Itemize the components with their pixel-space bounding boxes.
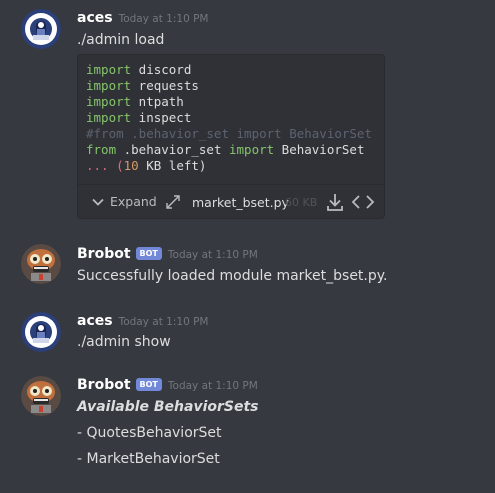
code-keyword: import xyxy=(86,62,132,77)
message-content: ./admin show xyxy=(77,334,171,350)
avatar-aces[interactable] xyxy=(21,312,61,352)
code-remaining-prefix: ... ( xyxy=(86,158,124,173)
attachment-filesize: 60 KB xyxy=(285,196,318,209)
bot-badge: BOT xyxy=(135,378,162,391)
code-text: discord xyxy=(131,62,192,77)
avatar-aces[interactable] xyxy=(21,9,61,49)
code-keyword: import xyxy=(86,110,132,125)
astronaut-avatar-icon xyxy=(21,312,61,352)
astronaut-avatar-icon xyxy=(21,9,61,49)
author-name[interactable]: Brobot xyxy=(77,246,131,262)
download-icon[interactable] xyxy=(326,192,344,212)
code-keyword: import xyxy=(229,142,275,157)
list-item: - MarketBehaviorSet xyxy=(77,451,220,467)
message-timestamp: Today at 1:10 PM xyxy=(167,249,258,261)
robot-avatar-icon xyxy=(21,244,61,284)
bot-badge: BOT xyxy=(135,247,162,260)
author-name[interactable]: aces xyxy=(77,313,113,329)
list-item: - QuotesBehaviorSet xyxy=(77,425,222,441)
code-remaining-number: 10 xyxy=(123,158,139,173)
author-name[interactable]: aces xyxy=(77,10,113,26)
message-content: Successfully loaded module market_bset.p… xyxy=(77,268,388,284)
message-timestamp: Today at 1:10 PM xyxy=(167,380,258,392)
avatar-brobot[interactable] xyxy=(21,244,61,284)
code-keyword: import xyxy=(86,94,132,109)
embed-heading: Available BehaviorSets xyxy=(77,399,259,415)
message-timestamp: Today at 1:10 PM xyxy=(118,316,209,328)
code-keyword: from xyxy=(86,142,117,157)
attachment-footer: Expand market_bset.py 60 KB xyxy=(78,184,384,219)
code-remaining-suffix: KB left) xyxy=(138,158,207,173)
author-name[interactable]: Brobot xyxy=(77,377,131,393)
code-text: requests xyxy=(131,78,199,93)
expand-label: Expand xyxy=(110,194,157,209)
code-text: inspect xyxy=(131,110,192,125)
code-preview: import discord import requests import nt… xyxy=(86,62,372,174)
code-text: .behavior_set xyxy=(116,142,229,157)
code-text: BehaviorSet xyxy=(274,142,365,157)
code-attachment: import discord import requests import nt… xyxy=(77,54,385,219)
avatar-brobot[interactable] xyxy=(21,376,61,416)
code-brackets-icon[interactable] xyxy=(351,194,375,210)
code-keyword: import xyxy=(86,78,132,93)
chevron-down-icon xyxy=(92,198,104,206)
code-comment: #from .behavior_set import BehaviorSet xyxy=(86,126,372,141)
diagonal-arrows-icon[interactable] xyxy=(166,195,180,209)
attachment-filename[interactable]: market_bset.py xyxy=(192,195,289,210)
robot-avatar-icon xyxy=(21,376,61,416)
code-text: ntpath xyxy=(131,94,184,109)
message-content: ./admin load xyxy=(77,32,165,48)
message-timestamp: Today at 1:10 PM xyxy=(118,13,209,25)
chat-messages: aces Today at 1:10 PM ./admin load impor… xyxy=(0,0,495,493)
expand-button[interactable]: Expand xyxy=(92,194,157,209)
